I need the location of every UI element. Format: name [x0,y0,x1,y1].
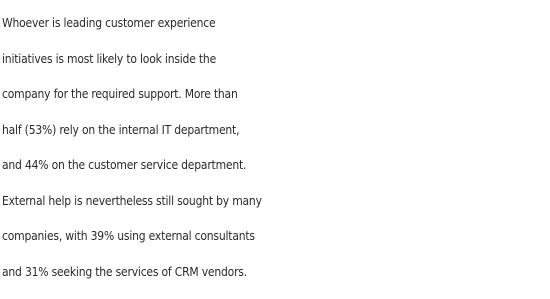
document-body: Whoever is leading customer experience i… [0,0,550,299]
paragraph-line: Whoever is leading customer experience [2,16,216,30]
paragraph: Whoever is leading customer experience i… [2,6,550,290]
paragraph-line: companies, with 39% using external consu… [2,229,255,243]
paragraph-line: External help is nevertheless still soug… [2,193,262,208]
paragraph-line: half (53%) rely on the internal IT depar… [2,122,240,137]
paragraph-line: and 44% on the customer service departme… [2,158,247,172]
paragraph-line: initiatives is most likely to look insid… [2,51,217,66]
paragraph-line: company for the required support. More t… [2,87,238,101]
paragraph-line: and 31% seeking the services of CRM vend… [2,264,247,279]
